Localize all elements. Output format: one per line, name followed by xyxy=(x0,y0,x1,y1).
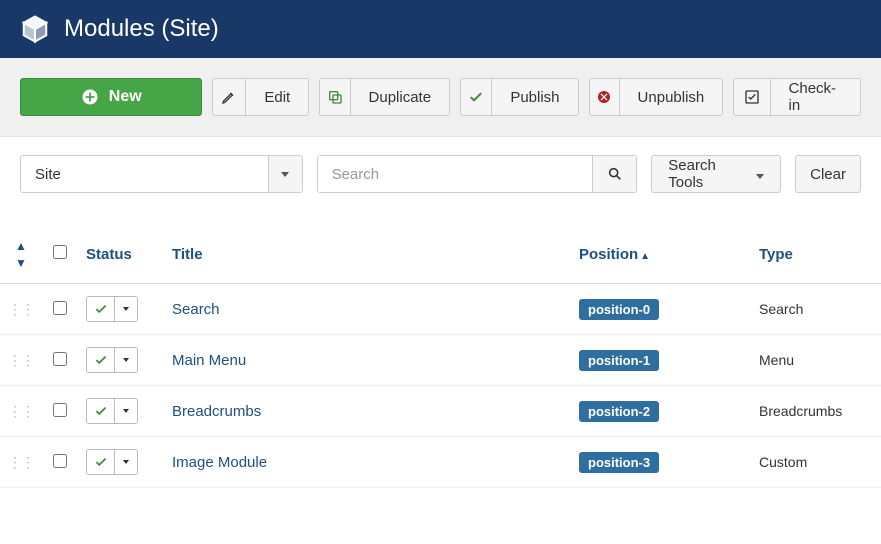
sort-arrows-icon: ▲▼ xyxy=(15,239,27,270)
status-dropdown-caret[interactable] xyxy=(115,297,137,321)
status-toggle[interactable] xyxy=(86,398,138,424)
column-title[interactable]: Title xyxy=(164,227,571,284)
module-title-link[interactable]: Main Menu xyxy=(172,352,246,369)
checkbox-icon xyxy=(734,79,770,115)
unpublish-button[interactable]: Unpublish xyxy=(589,78,724,116)
new-button[interactable]: New xyxy=(20,78,202,116)
drag-handle-icon[interactable]: ⋮⋮ xyxy=(8,403,34,420)
status-toggle[interactable] xyxy=(86,347,138,373)
edit-button[interactable]: Edit xyxy=(212,78,309,116)
search-icon xyxy=(607,166,623,182)
published-icon xyxy=(87,297,115,321)
duplicate-button[interactable]: Duplicate xyxy=(319,78,450,116)
column-status[interactable]: Status xyxy=(78,227,164,284)
published-icon xyxy=(87,348,115,372)
checkin-button[interactable]: Check-in xyxy=(733,78,861,116)
page-title: Modules (Site) xyxy=(64,15,219,43)
position-badge[interactable]: position-3 xyxy=(579,452,659,473)
position-badge[interactable]: position-1 xyxy=(579,350,659,371)
modules-table: ▲▼ Status Title Position▲ Type ⋮⋮ Search xyxy=(0,227,881,488)
caret-down-icon xyxy=(756,166,764,183)
filter-bar: Site Search Tools Clear xyxy=(0,137,881,203)
duplicate-button-label: Duplicate xyxy=(351,79,450,115)
search-input[interactable] xyxy=(318,156,593,192)
module-title-link[interactable]: Image Module xyxy=(172,454,267,471)
drag-handle-icon[interactable]: ⋮⋮ xyxy=(8,352,34,369)
checkin-button-label: Check-in xyxy=(771,79,861,115)
module-type: Search xyxy=(759,301,803,317)
search-tools-button[interactable]: Search Tools xyxy=(651,155,781,193)
position-badge[interactable]: position-2 xyxy=(579,401,659,422)
column-select-all[interactable] xyxy=(42,227,78,284)
status-dropdown-caret[interactable] xyxy=(115,348,137,372)
chevron-down-icon xyxy=(268,156,302,192)
action-toolbar: New Edit Duplicate Publish Unpublish Che… xyxy=(0,58,881,137)
copy-icon xyxy=(320,79,350,115)
row-checkbox[interactable] xyxy=(53,352,67,366)
cube-icon xyxy=(20,14,50,44)
published-icon xyxy=(87,399,115,423)
position-badge[interactable]: position-0 xyxy=(579,299,659,320)
site-select-value: Site xyxy=(21,156,268,192)
check-icon xyxy=(461,79,492,115)
page-header: Modules (Site) xyxy=(0,0,881,58)
table-row: ⋮⋮ Image Module position-3 Custom xyxy=(0,437,881,488)
search-tools-label: Search Tools xyxy=(668,157,750,191)
drag-handle-icon[interactable]: ⋮⋮ xyxy=(8,454,34,471)
clear-button-label: Clear xyxy=(810,166,846,183)
column-order[interactable]: ▲▼ xyxy=(0,227,42,284)
site-select[interactable]: Site xyxy=(20,155,303,193)
drag-handle-icon[interactable]: ⋮⋮ xyxy=(8,301,34,318)
module-type: Custom xyxy=(759,454,807,470)
module-title-link[interactable]: Search xyxy=(172,301,220,318)
publish-button-label: Publish xyxy=(492,79,577,115)
pencil-icon xyxy=(213,79,246,115)
x-circle-icon xyxy=(590,79,620,115)
status-dropdown-caret[interactable] xyxy=(115,450,137,474)
edit-button-label: Edit xyxy=(246,79,308,115)
status-toggle[interactable] xyxy=(86,296,138,322)
select-all-checkbox[interactable] xyxy=(53,245,67,259)
module-title-link[interactable]: Breadcrumbs xyxy=(172,403,261,420)
published-icon xyxy=(87,450,115,474)
plus-icon xyxy=(81,88,99,106)
publish-button[interactable]: Publish xyxy=(460,78,578,116)
table-row: ⋮⋮ Search position-0 Search xyxy=(0,284,881,335)
new-button-label: New xyxy=(109,88,142,106)
row-checkbox[interactable] xyxy=(53,301,67,315)
search-button[interactable] xyxy=(592,156,636,192)
row-checkbox[interactable] xyxy=(53,403,67,417)
column-type[interactable]: Type xyxy=(751,227,881,284)
table-row: ⋮⋮ Breadcrumbs position-2 Breadcrumbs xyxy=(0,386,881,437)
unpublish-button-label: Unpublish xyxy=(620,79,723,115)
sort-asc-icon: ▲ xyxy=(640,251,650,262)
clear-button[interactable]: Clear xyxy=(795,155,861,193)
search-group xyxy=(317,155,638,193)
column-position[interactable]: Position▲ xyxy=(571,227,751,284)
row-checkbox[interactable] xyxy=(53,454,67,468)
table-row: ⋮⋮ Main Menu position-1 Menu xyxy=(0,335,881,386)
status-dropdown-caret[interactable] xyxy=(115,399,137,423)
status-toggle[interactable] xyxy=(86,449,138,475)
module-type: Menu xyxy=(759,352,794,368)
module-type: Breadcrumbs xyxy=(759,403,842,419)
